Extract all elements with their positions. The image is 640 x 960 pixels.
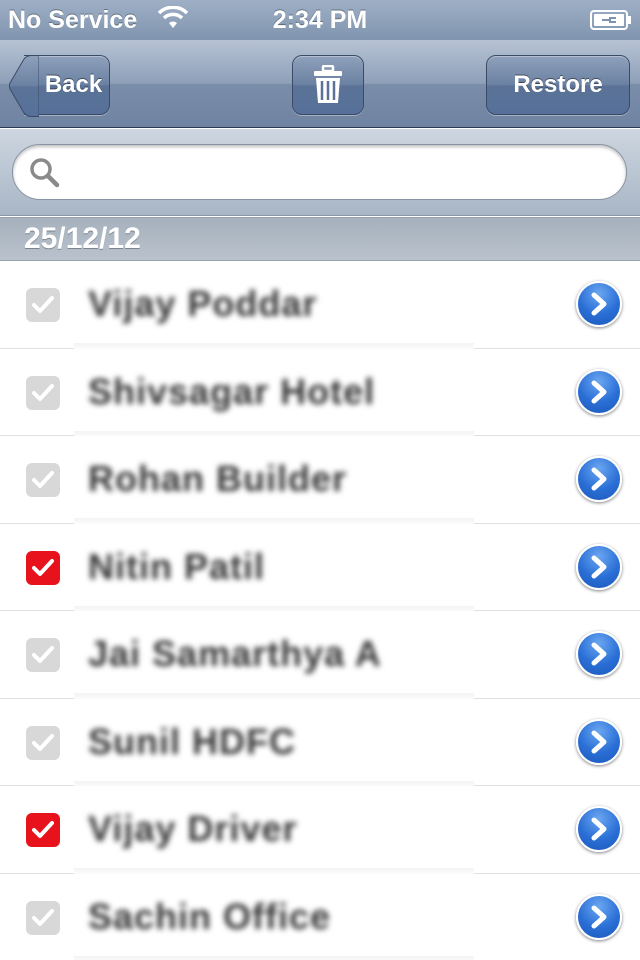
chevron-right-icon [591,380,607,403]
checkmark-icon [32,733,54,751]
contact-name: Vijay Poddar [88,283,318,324]
chevron-right-icon [591,467,607,491]
chevron-right-icon [591,642,607,666]
checkbox-unchecked[interactable] [26,900,60,935]
chevron-right-icon [591,292,607,316]
checkbox-checked[interactable] [26,550,60,585]
checkmark-icon [32,646,54,663]
search-input[interactable] [73,156,593,188]
chevron-right-icon [591,905,607,928]
navigation-bar: Back Restore [0,40,640,128]
list-item[interactable]: Sunil HDFC [0,698,640,789]
checkmark-icon [32,296,54,313]
chevron-right-icon [591,555,607,578]
contact-name: Nitin Patil [88,545,266,587]
checkbox-unchecked[interactable] [26,638,60,672]
list-item[interactable]: Vijay Poddar [0,261,640,351]
battery-charging-icon [590,9,632,38]
list-item[interactable]: Shivsagar Hotel [0,348,640,439]
back-button-label: Back [44,71,103,98]
checkbox-unchecked[interactable] [26,288,60,322]
checkbox-unchecked[interactable] [26,463,60,497]
chevron-right-icon [591,730,607,753]
contact-name: Shivsagar Hotel [88,370,376,412]
detail-disclosure-button[interactable] [576,718,622,765]
list-item[interactable]: Jai Samarthya A [0,611,640,701]
detail-disclosure-button[interactable] [576,543,622,590]
contact-list: Vijay Poddar Shivsagar Hotel Rohan Build… [0,261,640,960]
trash-icon [314,65,342,103]
row-divider [74,955,474,960]
contact-name: Jai Samarthya A [88,633,382,674]
section-header-date: 25/12/12 [0,217,640,261]
checkmark-icon [32,383,54,401]
restore-button[interactable]: Restore [486,55,630,115]
detail-disclosure-button[interactable] [576,368,622,415]
status-bar: No Service 2:34 PM [0,0,640,40]
checkmark-icon [32,821,54,838]
list-item[interactable]: Sachin Office [0,873,640,960]
back-button[interactable]: Back [0,40,120,128]
search-icon [29,157,61,194]
detail-disclosure-button[interactable] [576,631,622,677]
list-item[interactable]: Rohan Builder [0,436,640,526]
contact-name: Rohan Builder [88,458,348,499]
checkbox-unchecked[interactable] [26,375,60,410]
contact-name: Sachin Office [88,895,332,937]
trash-button[interactable] [292,55,364,115]
detail-disclosure-button[interactable] [576,281,622,327]
restore-button-label: Restore [513,71,603,98]
detail-disclosure-button[interactable] [576,456,622,502]
detail-disclosure-button[interactable] [576,893,622,940]
contact-name: Vijay Driver [88,808,298,849]
search-bar [0,129,640,216]
checkbox-unchecked[interactable] [26,725,60,760]
list-item[interactable]: Nitin Patil [0,523,640,614]
status-time: 2:34 PM [272,6,368,34]
contact-name: Sunil HDFC [88,720,296,762]
search-field[interactable] [12,144,627,200]
checkbox-checked[interactable] [26,813,60,847]
list-item[interactable]: Vijay Driver [0,786,640,876]
checkmark-icon [32,558,54,576]
back-arrow-icon [9,55,39,117]
chevron-right-icon [591,817,607,841]
checkmark-icon [32,471,54,488]
detail-disclosure-button[interactable] [576,806,622,852]
checkmark-icon [32,908,54,926]
